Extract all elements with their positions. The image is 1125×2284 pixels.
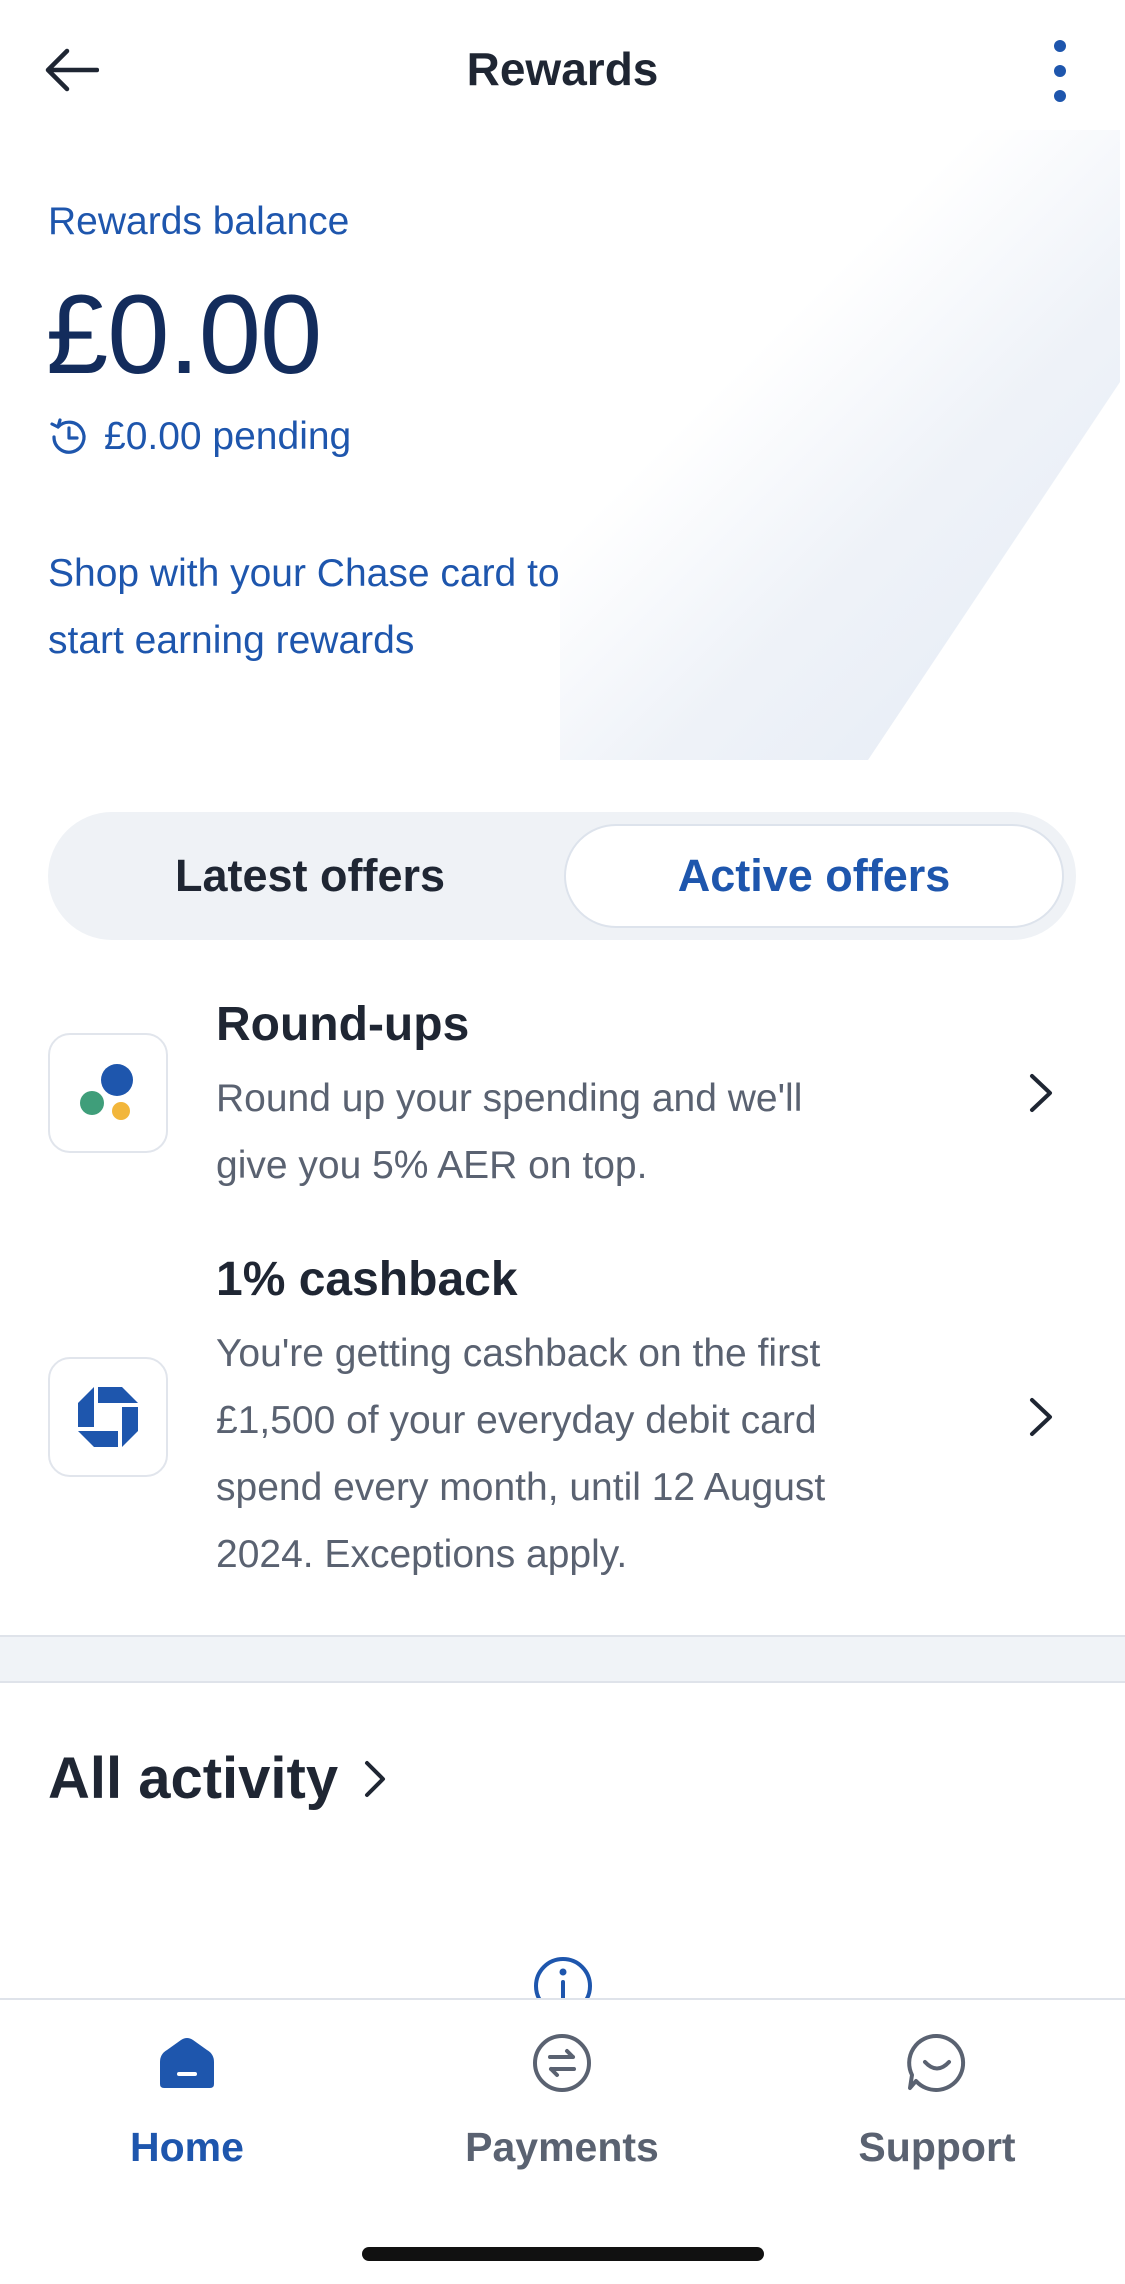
payments-exchange-icon bbox=[527, 2028, 597, 2098]
bottom-navigation: Home Payments Support bbox=[0, 1998, 1125, 2284]
pending-amount: £0.00 pending bbox=[104, 415, 352, 458]
more-vertical-icon-dot bbox=[1054, 90, 1066, 102]
chat-smile-icon bbox=[902, 2028, 972, 2098]
home-indicator[interactable] bbox=[362, 2247, 764, 2261]
nav-payments[interactable]: Payments bbox=[412, 2020, 712, 2200]
offer-description-line: 2024. Exceptions apply. bbox=[216, 1533, 628, 1576]
all-activity-link[interactable]: All activity bbox=[48, 1745, 388, 1812]
nav-label: Payments bbox=[465, 2124, 659, 2170]
chevron-right-icon bbox=[365, 1760, 386, 1797]
offer-description-line: Round up your spending and we'll bbox=[216, 1077, 803, 1120]
offer-description-line: You're getting cashback on the first bbox=[216, 1332, 821, 1375]
nav-home[interactable]: Home bbox=[37, 2020, 337, 2200]
promo-line: start earning rewards bbox=[48, 619, 415, 662]
info-icon bbox=[532, 1955, 594, 1999]
chevron-right-icon bbox=[1021, 1068, 1061, 1118]
offers-tab-switcher: Latest offers Active offers bbox=[48, 812, 1076, 940]
all-activity-label: All activity bbox=[48, 1746, 339, 1811]
more-options-button[interactable] bbox=[1035, 36, 1085, 106]
offer-description-line: £1,500 of your everyday debit card bbox=[216, 1399, 817, 1442]
offer-round-ups[interactable]: Round-ups Round up your spending and we'… bbox=[0, 985, 1125, 1215]
round-ups-icon-tile bbox=[48, 1033, 168, 1153]
chase-icon-tile bbox=[48, 1357, 168, 1477]
clock-icon bbox=[50, 418, 86, 454]
round-ups-dots-icon bbox=[80, 1064, 133, 1120]
promo-line: Shop with your Chase card to bbox=[48, 552, 560, 595]
rewards-balance-amount: £0.00 bbox=[46, 272, 322, 397]
nav-label: Support bbox=[858, 2124, 1016, 2170]
chevron-right-icon bbox=[1021, 1392, 1061, 1442]
nav-support[interactable]: Support bbox=[787, 2020, 1087, 2200]
offer-title: 1% cashback bbox=[216, 1253, 518, 1306]
chase-logo-icon bbox=[78, 1387, 138, 1447]
pending-row: £0.00 pending bbox=[48, 415, 351, 459]
page-title: Rewards bbox=[466, 43, 659, 95]
offer-title: Round-ups bbox=[216, 998, 470, 1051]
promo-message: Shop with your Chase card to start earni… bbox=[48, 540, 668, 674]
rewards-balance-label: Rewards balance bbox=[48, 200, 350, 243]
tab-active-offers[interactable]: Active offers bbox=[564, 824, 1064, 928]
nav-label: Home bbox=[130, 2124, 244, 2170]
more-vertical-icon-dot bbox=[1054, 65, 1066, 77]
offer-description-line: spend every month, until 12 August bbox=[216, 1466, 826, 1509]
header: Rewards bbox=[0, 0, 1125, 140]
offer-cashback[interactable]: 1% cashback You're getting cashback on t… bbox=[0, 1240, 1125, 1600]
offer-description-line: give you 5% AER on top. bbox=[216, 1144, 648, 1187]
offer-description: Round up your spending and we'll give yo… bbox=[216, 1065, 886, 1199]
section-divider bbox=[0, 1635, 1125, 1683]
tab-latest-offers[interactable]: Latest offers bbox=[60, 824, 560, 928]
more-vertical-icon-dot bbox=[1054, 40, 1066, 52]
rewards-screen: Rewards Rewards balance £0.00 £0.00 pend… bbox=[0, 0, 1125, 2284]
home-icon bbox=[152, 2028, 222, 2098]
offer-description: You're getting cashback on the first £1,… bbox=[216, 1320, 886, 1588]
